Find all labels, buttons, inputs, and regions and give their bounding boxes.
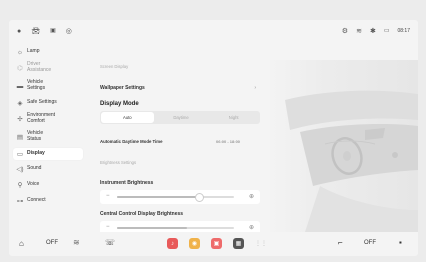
bottom-dock: ⌂ OFF ≋ ☏ ♪ ◉ ▣ ▦ ⋮⋮ ⌐ OFF ▪ [9,232,418,256]
sidebar-item-label: Sound [27,165,42,172]
right-climate-off[interactable]: OFF [364,240,376,246]
minus-icon[interactable]: − [106,193,110,199]
infotainment-screen: ● 🚘︎ ▣ ◎ ⚙ ≋ ✱ ▭ 08:17 ☼ Lamp ⌬ Driver A… [9,20,418,256]
voice-icon: ⚲ [17,182,23,189]
minus-icon[interactable]: − [106,224,110,230]
home-icon[interactable]: ⌂ [19,239,24,248]
sidebar-item-lamp[interactable]: ☼ Lamp [13,46,83,58]
central-brightness-title: Central Control Display Brightness [100,211,184,217]
seat-heat-icon[interactable]: ≋ [73,238,80,247]
wifi-icon: ≋ [356,27,362,35]
connect-icon: ⊶ [16,198,24,205]
central-brightness-slider[interactable]: − ⊕ [100,221,260,232]
sidebar-item-display[interactable]: ▭ Display [13,148,83,160]
sidebar-item-driver-assistance[interactable]: ⌬ Driver Assistance [13,60,83,76]
status-bar: ● 🚘︎ ▣ ◎ ⚙ ≋ ✱ ▭ 08:17 [9,20,418,42]
fan-icon: ✢ [17,116,23,123]
car-interior-illustration [285,90,418,232]
bluetooth-icon: ✱ [369,27,376,35]
sidebar-item-vehicle-settings[interactable]: ▬ Vehicle Settings [13,78,83,94]
clock: 08:17 [397,28,410,34]
wallpaper-settings-row[interactable]: Wallpaper Settings › [100,85,260,91]
slider-knob[interactable] [195,193,205,202]
driver-assist-icon: ⌬ [17,65,23,72]
camera-icon[interactable]: ▣ [50,28,56,34]
sidebar-item-label: Driver Assistance [27,61,52,73]
instrument-brightness-title: Instrument Brightness [100,180,154,186]
sidebar-item-label: Vehicle Status [27,130,44,142]
mode-night[interactable]: Night [207,111,260,124]
sidebar-item-label: Connect [27,197,46,204]
auto-daytime-label: Automatic Daytime Mode Time [100,139,163,144]
sidebar-item-label: Environment Comfort [27,112,56,124]
sidebar-item-connect[interactable]: ⊶ Connect [13,195,83,207]
sidebar-item-environment-comfort[interactable]: ✢ Environment Comfort [13,111,83,127]
slider-track[interactable] [117,227,234,229]
apps-icon[interactable]: ▦ [233,238,244,249]
more-apps-icon[interactable]: ⋮⋮ [255,240,267,247]
mode-daytime[interactable]: Daytime [155,111,208,124]
lamp-icon: ☼ [17,48,23,56]
sidebar-item-label: Voice [27,181,40,188]
settings-sidebar: ☼ Lamp ⌬ Driver Assistance ▬ Vehicle Set… [9,42,84,232]
sound-icon: ◁) [16,166,24,173]
status-icon: ▤ [16,134,24,141]
sidebar-item-label: Safe Settings [27,99,57,106]
display-mode-title: Display Mode [100,101,139,107]
vehicle-icon: ▬ [16,82,24,90]
wallpaper-settings-label: Wallpaper Settings [100,85,145,91]
mode-auto[interactable]: Auto [101,112,154,123]
slider-fill [117,227,188,229]
auto-daytime-row[interactable]: Automatic Daytime Mode Time 06:00 - 18:0… [100,139,260,145]
media-app-icon[interactable]: ◉ [189,238,200,249]
sidebar-item-label: Vehicle Settings [27,79,46,91]
chevron-right-icon: › [254,85,256,91]
phone-icon[interactable]: ☏ [105,238,115,247]
slider-fill [117,196,199,198]
sidebar-item-voice[interactable]: ⚲ Voice [13,179,83,191]
display-mode-segmented: Auto Daytime Night [100,111,260,124]
car-door-icon[interactable]: 🚘︎ [31,28,40,35]
seat-icon[interactable]: ⌐ [338,238,343,247]
sidebar-item-label: Lamp [27,48,40,55]
left-climate-off[interactable]: OFF [46,240,58,246]
auto-daytime-value: 06:00 - 18:00 [216,139,241,144]
settings-icon[interactable]: ⚙ [342,28,348,35]
display-settings-panel: Screen Display Wallpaper Settings › Disp… [100,60,260,232]
slider-track[interactable] [117,193,234,202]
plus-icon[interactable]: ⊕ [249,193,254,200]
section-screen-display: Screen Display [100,64,129,69]
sidebar-item-safe-settings[interactable]: ◈ Safe Settings [13,97,83,109]
instrument-brightness-slider[interactable]: − ⊕ [100,190,260,204]
battery-icon: ▭ [383,28,390,34]
plus-icon[interactable]: ⊕ [249,224,254,231]
shield-icon: ◈ [17,100,23,107]
sidebar-item-vehicle-status[interactable]: ▤ Vehicle Status [13,129,83,145]
car-interior-image [265,60,418,232]
radio-app-icon[interactable]: ▣ [211,238,222,249]
sidebar-item-sound[interactable]: ◁) Sound [13,163,83,175]
square-icon[interactable]: ▪ [399,238,402,247]
music-app-icon[interactable]: ♪ [167,238,178,249]
section-brightness-settings: Brightness Settings [100,160,137,165]
display-icon: ▭ [16,151,24,158]
sidebar-item-label: Display [27,150,45,157]
ring-icon[interactable]: ◎ [66,28,72,35]
dots-icon: ● [17,27,22,35]
